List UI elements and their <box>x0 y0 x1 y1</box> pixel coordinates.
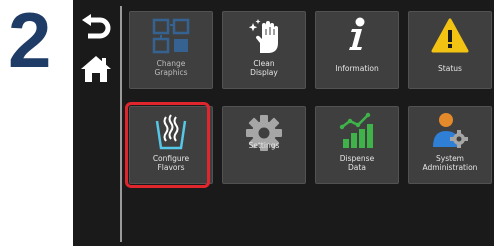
admin-user-gear-icon <box>433 113 468 148</box>
tile-label: Change Graphics <box>154 59 188 77</box>
home-button[interactable] <box>79 54 113 84</box>
tile-label: Status <box>438 64 462 73</box>
info-icon <box>349 17 365 50</box>
nav-divider <box>120 6 122 242</box>
dispense-data-tile[interactable]: Dispense Data <box>315 106 399 184</box>
change-graphics-tile[interactable]: Change Graphics <box>129 11 213 89</box>
clean-display-tile[interactable]: Clean Display <box>222 11 306 89</box>
step-number: 2 <box>8 0 52 84</box>
configure-flavors-tile[interactable]: Configure Flavors <box>129 106 213 184</box>
change-graphics-icon <box>152 18 190 54</box>
information-tile[interactable]: Information <box>315 11 399 89</box>
home-icon <box>81 56 111 82</box>
return-arrow-icon <box>82 14 111 39</box>
warning-icon <box>431 18 469 53</box>
dispenser-screen: Change Graphics Clean Display Informatio… <box>73 0 494 246</box>
nav-rail <box>73 0 119 246</box>
status-tile[interactable]: Status <box>408 11 492 89</box>
hand-sparkle-icon <box>248 19 278 53</box>
tile-label: Settings <box>248 140 280 150</box>
bar-chart-icon <box>339 112 373 148</box>
system-administration-tile[interactable]: System Administration <box>408 106 492 184</box>
settings-tile[interactable]: Settings <box>222 106 306 184</box>
tile-label: Information <box>335 64 379 73</box>
tile-label: Clean Display <box>250 59 278 77</box>
back-button[interactable] <box>79 14 113 44</box>
flavor-cup-icon <box>155 114 187 150</box>
tile-label: Dispense Data <box>339 154 375 172</box>
tile-label: Configure Flavors <box>152 154 190 172</box>
tile-label: System Administration <box>422 154 478 172</box>
